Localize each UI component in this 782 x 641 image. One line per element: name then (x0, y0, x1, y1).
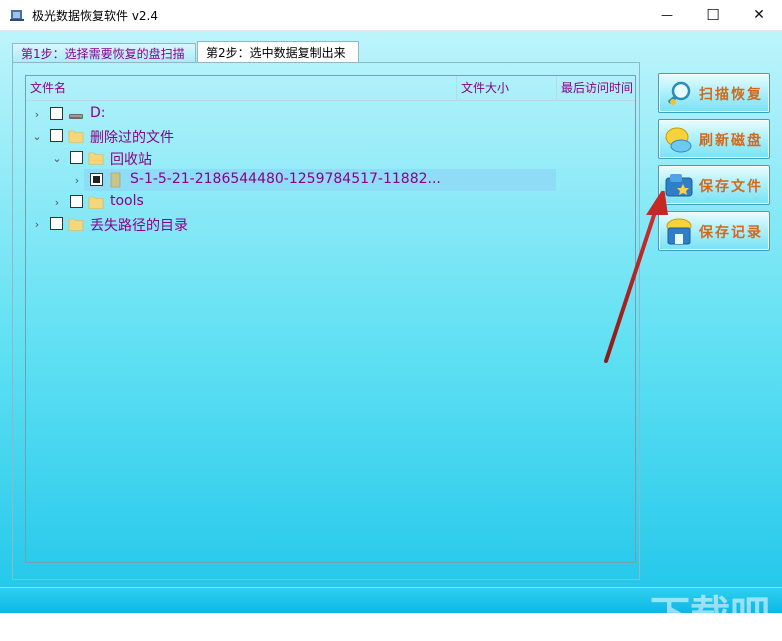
refresh-disk-label: 刷新磁盘 (699, 133, 763, 149)
folder-icon (110, 172, 121, 188)
row-checkbox[interactable] (70, 151, 83, 164)
tab-step2-label: 第2步：选中数据复制出来 (206, 46, 346, 60)
collapse-chevron-icon[interactable]: ⌄ (50, 150, 64, 166)
minimize-icon: — (661, 8, 673, 22)
file-tree[interactable]: 文件名 文件大小 最后访问时间 › D: ⌄ 删除过的文件 ⌄ 回收站 › S-… (25, 75, 636, 563)
tree-row-label: tools (110, 193, 144, 209)
expand-chevron-icon[interactable]: › (30, 216, 44, 232)
row-checkbox[interactable] (50, 107, 63, 120)
refresh-disk-button[interactable]: 刷新磁盘 (658, 119, 770, 159)
row-checkbox[interactable] (50, 129, 63, 142)
column-file-name[interactable]: 文件名 (26, 76, 456, 100)
close-icon: ✕ (753, 7, 765, 23)
watermark-url: www.xiazaiba.com (690, 627, 774, 637)
magnifier-icon (668, 81, 691, 105)
drive-icon (69, 114, 83, 119)
tree-row-label: 丢失路径的目录 (90, 218, 188, 234)
row-checkbox[interactable] (50, 217, 63, 230)
expand-chevron-icon[interactable]: › (50, 194, 64, 210)
maximize-button[interactable]: ☐ (690, 0, 736, 30)
tree-row-tools[interactable]: › tools (26, 191, 635, 213)
tree-row-sid-folder[interactable]: › S-1-5-21-2186544480-1259784517-11882..… (26, 169, 635, 191)
tree-row-recycle-bin[interactable]: ⌄ 回收站 (26, 147, 635, 169)
client-area: 第1步：选择需要恢复的盘扫描 第2步：选中数据复制出来 文件名 文件大小 最后访… (0, 31, 782, 639)
window-title: 极光数据恢复软件 v2.4 (32, 9, 159, 23)
tree-row-label: 删除过的文件 (90, 130, 174, 146)
row-checkbox-partial[interactable] (90, 173, 103, 186)
folder-icon (88, 152, 104, 165)
title-bar: 极光数据恢复软件 v2.4 — ☐ ✕ (0, 0, 782, 31)
tab-step1[interactable]: 第1步：选择需要恢复的盘扫描 (12, 43, 196, 63)
minimize-button[interactable]: — (644, 0, 690, 30)
tab-step1-label: 第1步：选择需要恢复的盘扫描 (21, 47, 185, 61)
tree-row-lost-path-dirs[interactable]: › 丢失路径的目录 (26, 213, 635, 235)
tree-row-label: S-1-5-21-2186544480-1259784517-11882... (130, 171, 441, 187)
tree-row-deleted-files[interactable]: ⌄ 删除过的文件 (26, 125, 635, 147)
scan-recover-button[interactable]: 扫描恢复 (658, 73, 770, 113)
refresh-disk-icon (665, 127, 692, 153)
tree-header: 文件名 文件大小 最后访问时间 (26, 76, 635, 101)
expand-chevron-icon[interactable]: › (30, 106, 44, 122)
app-icon (10, 10, 24, 21)
column-last-access[interactable]: 最后访问时间 (556, 76, 635, 100)
save-record-label: 保存记录 (699, 225, 763, 241)
maximize-icon: ☐ (706, 6, 720, 24)
tree-row-label: 回收站 (110, 152, 152, 168)
save-file-label: 保存文件 (699, 179, 763, 195)
column-file-size[interactable]: 文件大小 (456, 76, 556, 100)
tree-row-drive-d[interactable]: › D: (26, 103, 635, 125)
tree-row-label: D: (90, 105, 106, 121)
folder-icon (68, 130, 84, 143)
scan-recover-label: 扫描恢复 (699, 87, 763, 103)
row-checkbox[interactable] (70, 195, 83, 208)
tab-step2[interactable]: 第2步：选中数据复制出来 (197, 41, 359, 63)
collapse-chevron-icon[interactable]: ⌄ (30, 128, 44, 144)
expand-chevron-icon[interactable]: › (70, 172, 84, 188)
folder-icon (68, 218, 84, 231)
folder-icon (88, 196, 104, 209)
close-button[interactable]: ✕ (736, 0, 782, 30)
annotation-arrow-icon (604, 191, 668, 363)
